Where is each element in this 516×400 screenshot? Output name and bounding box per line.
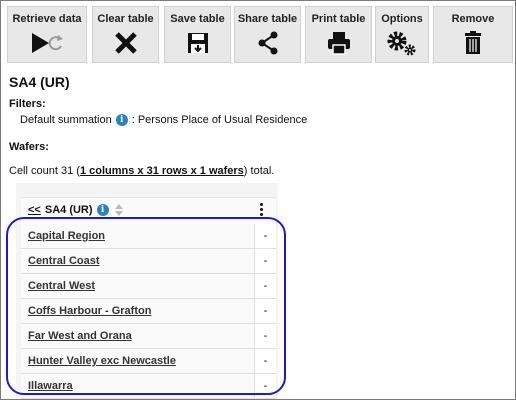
row-label[interactable]: Central Coast	[28, 255, 254, 267]
table-rows: Capital Region - Central Coast - Central…	[21, 224, 276, 399]
filters-heading: Filters:	[9, 98, 46, 110]
back-link[interactable]: <<	[28, 204, 41, 216]
retrieve-data-button[interactable]: Retrieve data	[7, 6, 87, 63]
clear-table-button[interactable]: Clear table	[92, 6, 159, 63]
share-table-label: Share table	[237, 13, 298, 25]
cell-count: Cell count 31 (1 columns x 31 rows x 1 w…	[9, 165, 274, 177]
header-label: SA4 (UR)	[44, 204, 93, 216]
share-icon	[235, 30, 300, 56]
page-title: SA4 (UR)	[9, 74, 70, 90]
clear-table-label: Clear table	[97, 13, 154, 25]
filter-label: Default summation	[20, 114, 112, 126]
remove-button[interactable]: Remove	[433, 6, 513, 63]
row-value: -	[254, 224, 276, 248]
window-frame: Retrieve data Clear table Save table Sha…	[0, 0, 516, 400]
table-row: Coffs Harbour - Grafton -	[21, 299, 276, 324]
wafers-heading: Wafers:	[9, 141, 49, 153]
remove-label: Remove	[451, 13, 495, 25]
share-table-button[interactable]: Share table	[234, 6, 301, 63]
kebab-menu-icon[interactable]	[260, 203, 264, 217]
row-label[interactable]: Illawarra	[28, 380, 254, 392]
cell-count-prefix: Cell count 31 (	[9, 165, 80, 177]
save-table-label: Save table	[170, 13, 225, 25]
play-refresh-icon	[8, 30, 86, 56]
row-value: -	[254, 374, 276, 398]
table-row: Capital Region -	[21, 224, 276, 249]
save-table-button[interactable]: Save table	[164, 6, 231, 63]
table-row: Central West -	[21, 274, 276, 299]
save-icon	[165, 30, 230, 56]
filter-line: Default summation i : Persons Place of U…	[20, 114, 307, 126]
row-label[interactable]: Central West	[28, 280, 254, 292]
row-value: -	[254, 324, 276, 348]
row-label[interactable]: Far West and Orana	[28, 330, 254, 342]
options-label: Options	[381, 13, 423, 25]
table-row: Far West and Orana -	[21, 324, 276, 349]
info-icon[interactable]: i	[115, 114, 128, 126]
table-row: Central Coast -	[21, 249, 276, 274]
row-label[interactable]: Capital Region	[28, 230, 254, 242]
row-label[interactable]: Hunter Valley exc Newcastle	[28, 355, 254, 367]
sort-icon[interactable]	[114, 204, 124, 216]
table-header: << SA4 (UR) i	[21, 197, 276, 225]
cell-count-suffix: ) total.	[243, 165, 275, 177]
trash-icon	[434, 30, 512, 56]
column-header: << SA4 (UR) i	[28, 204, 124, 216]
cell-count-link[interactable]: 1 columns x 31 rows x 1 wafers	[80, 165, 244, 177]
options-button[interactable]: Options	[375, 6, 429, 63]
row-value: -	[254, 274, 276, 298]
x-icon	[93, 30, 158, 56]
filter-value: : Persons Place of Usual Residence	[131, 114, 308, 126]
row-value: -	[254, 349, 276, 373]
print-table-label: Print table	[311, 13, 366, 25]
table-row: Illawarra -	[21, 374, 276, 399]
print-table-button[interactable]: Print table	[305, 6, 372, 63]
printer-icon	[306, 30, 371, 56]
header-info-icon[interactable]: i	[96, 204, 109, 216]
retrieve-data-label: Retrieve data	[12, 13, 82, 25]
row-value: -	[254, 299, 276, 323]
gears-icon	[376, 30, 428, 56]
table-row: Hunter Valley exc Newcastle -	[21, 349, 276, 374]
row-value: -	[254, 249, 276, 273]
row-label[interactable]: Coffs Harbour - Grafton	[28, 305, 254, 317]
results-table: << SA4 (UR) i Capital Region - Central C…	[16, 183, 278, 399]
